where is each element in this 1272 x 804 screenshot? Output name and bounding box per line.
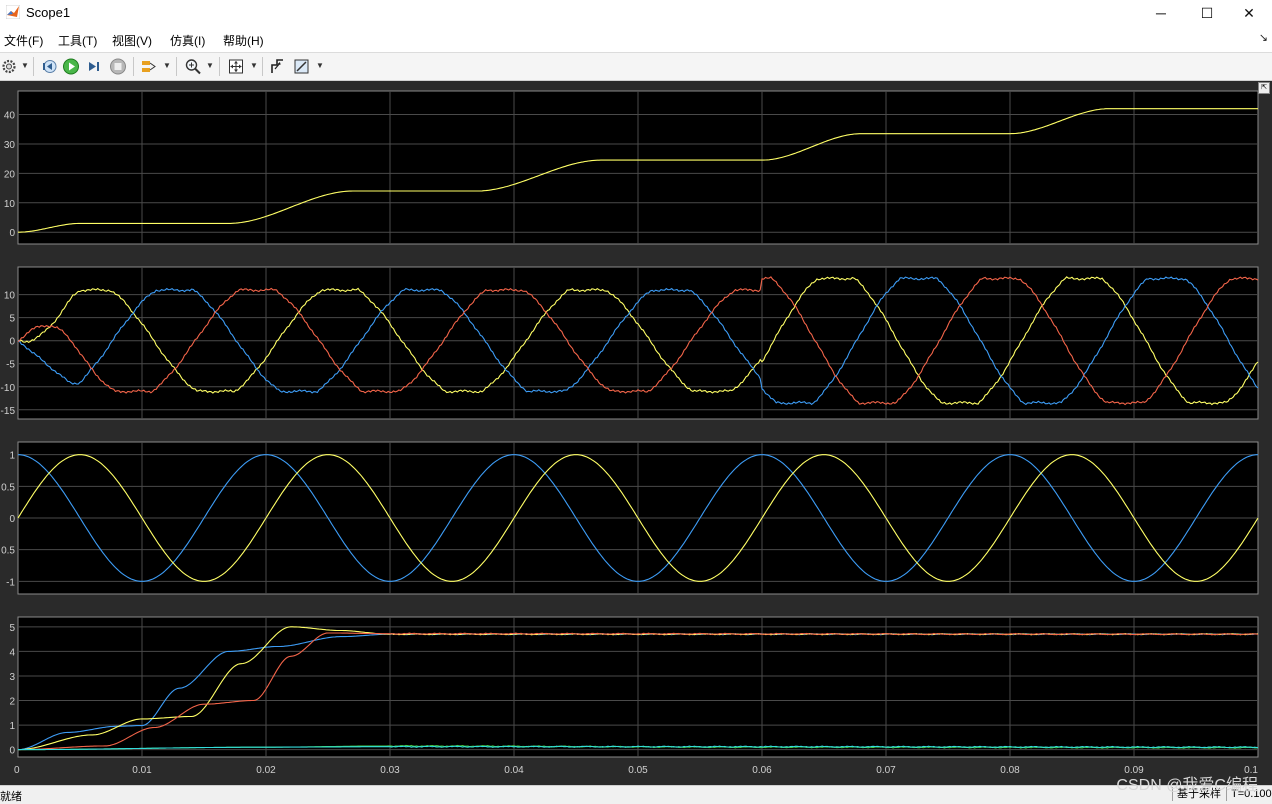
menu-tools[interactable]: 工具(T) — [58, 32, 97, 49]
y-tick-label: -5 — [6, 360, 15, 371]
watermark: CSDN @我爱C编程 — [1116, 777, 1258, 794]
menu-bar: 文件(F) 工具(T) 视图(V) 仿真(I) 帮助(H) ↘ — [0, 26, 1272, 53]
toolbar: ▼ ▼ ▼ ▼ ▼ — [0, 53, 1272, 81]
fit-axes-icon[interactable] — [227, 57, 245, 76]
y-tick-label: 0.5 — [1, 546, 15, 557]
status-bar: 就绪 基于采样 T=0.100 — [0, 785, 1272, 803]
x-tick-label: 0.06 — [752, 765, 772, 776]
measurements-icon[interactable] — [293, 57, 311, 76]
step-forward-icon[interactable] — [86, 57, 104, 76]
y-tick-label: 40 — [4, 111, 16, 122]
menu-file[interactable]: 文件(F) — [4, 32, 43, 49]
x-tick-label: 0.02 — [256, 765, 276, 776]
y-tick-label: 5 — [9, 314, 15, 325]
step-back-icon[interactable] — [40, 57, 58, 76]
collapse-arrow-icon[interactable]: ↘ — [1259, 31, 1268, 44]
settings-gear-icon[interactable] — [1, 57, 17, 76]
undock-icon[interactable]: ⇱ — [1258, 82, 1270, 94]
y-tick-label: 0 — [9, 337, 15, 348]
y-tick-label: 2 — [9, 697, 15, 708]
y-tick-label: 4 — [9, 647, 15, 658]
scope-panel-4: 5432100 0.01 0.02 0.03 0.04 0.05 0.06 0.07 0.08 0… — [9, 616, 1259, 776]
minimize-icon: ─ — [1156, 5, 1166, 21]
y-tick-label: 5 — [9, 623, 15, 634]
scope-display: 0 10 20 30 40 10 5 0 -5 -10 -15 1 0.5 0 0.5 -1 5 4 3 2 1 0 0 0.… — [0, 81, 1272, 785]
y-tick-label: 3 — [9, 672, 15, 683]
toolbar-separator — [33, 57, 34, 76]
x-tick-label: 0.04 — [504, 765, 524, 776]
toolbar-separator — [176, 57, 177, 76]
triggers-icon[interactable] — [269, 57, 287, 76]
y-tick-label: 20 — [4, 169, 16, 180]
fit-dropdown-icon[interactable]: ▼ — [250, 61, 258, 70]
y-tick-label: 30 — [4, 140, 16, 151]
highlight-signal-icon[interactable] — [140, 57, 158, 76]
settings-dropdown-icon[interactable]: ▼ — [21, 61, 29, 70]
close-button[interactable]: ✕ — [1226, 0, 1272, 26]
maximize-button[interactable]: ☐ — [1184, 0, 1230, 26]
title-bar: Scope1 ─ ☐ ✕ — [0, 0, 1272, 26]
zoom-dropdown-icon[interactable]: ▼ — [206, 61, 214, 70]
y-tick-label: 0 — [9, 514, 15, 525]
y-tick-label: 10 — [4, 291, 16, 302]
close-icon: ✕ — [1243, 4, 1255, 21]
window-title: Scope1 — [26, 5, 71, 20]
y-tick-label: -1 — [6, 577, 15, 588]
highlight-dropdown-icon[interactable]: ▼ — [163, 61, 171, 70]
zoom-icon[interactable] — [184, 57, 202, 76]
scope-panel-1: 0 10 20 30 40 — [4, 90, 1259, 245]
toolbar-separator — [133, 57, 134, 76]
y-tick-label: 0 — [9, 746, 15, 757]
run-icon[interactable] — [62, 57, 80, 76]
x-tick-label: 0 — [14, 765, 20, 776]
scope-panel-3: 1 0.5 0 0.5 -1 — [1, 441, 1259, 595]
y-tick-label: 0.5 — [1, 482, 15, 493]
y-tick-label: 10 — [4, 199, 16, 210]
maximize-icon: ☐ — [1200, 4, 1214, 21]
y-tick-label: 1 — [9, 721, 15, 732]
x-tick-label: 0.03 — [380, 765, 400, 776]
y-tick-label: -10 — [1, 383, 16, 394]
x-tick-label: 0.05 — [628, 765, 648, 776]
y-tick-label: 1 — [9, 451, 15, 462]
measurements-dropdown-icon[interactable]: ▼ — [316, 61, 324, 70]
x-tick-label: 0.08 — [1000, 765, 1020, 776]
toolbar-separator — [219, 57, 220, 76]
y-tick-label: -15 — [1, 406, 16, 417]
matlab-logo-icon — [6, 5, 20, 19]
x-tick-label: 0.07 — [876, 765, 896, 776]
scope-panel-2: 10 5 0 -5 -10 -15 — [1, 266, 1259, 420]
menu-view[interactable]: 视图(V) — [112, 32, 152, 49]
stop-icon[interactable] — [109, 57, 127, 76]
x-tick-label: 0.01 — [132, 765, 152, 776]
scope-plots: 0102030401050-5-10-1510.500.5-15432100 0.… — [1, 90, 1259, 776]
menu-simulation[interactable]: 仿真(I) — [170, 32, 205, 49]
menu-help[interactable]: 帮助(H) — [223, 32, 264, 49]
minimize-button[interactable]: ─ — [1138, 0, 1184, 26]
y-tick-label: 0 — [9, 228, 15, 239]
toolbar-separator — [262, 57, 263, 76]
